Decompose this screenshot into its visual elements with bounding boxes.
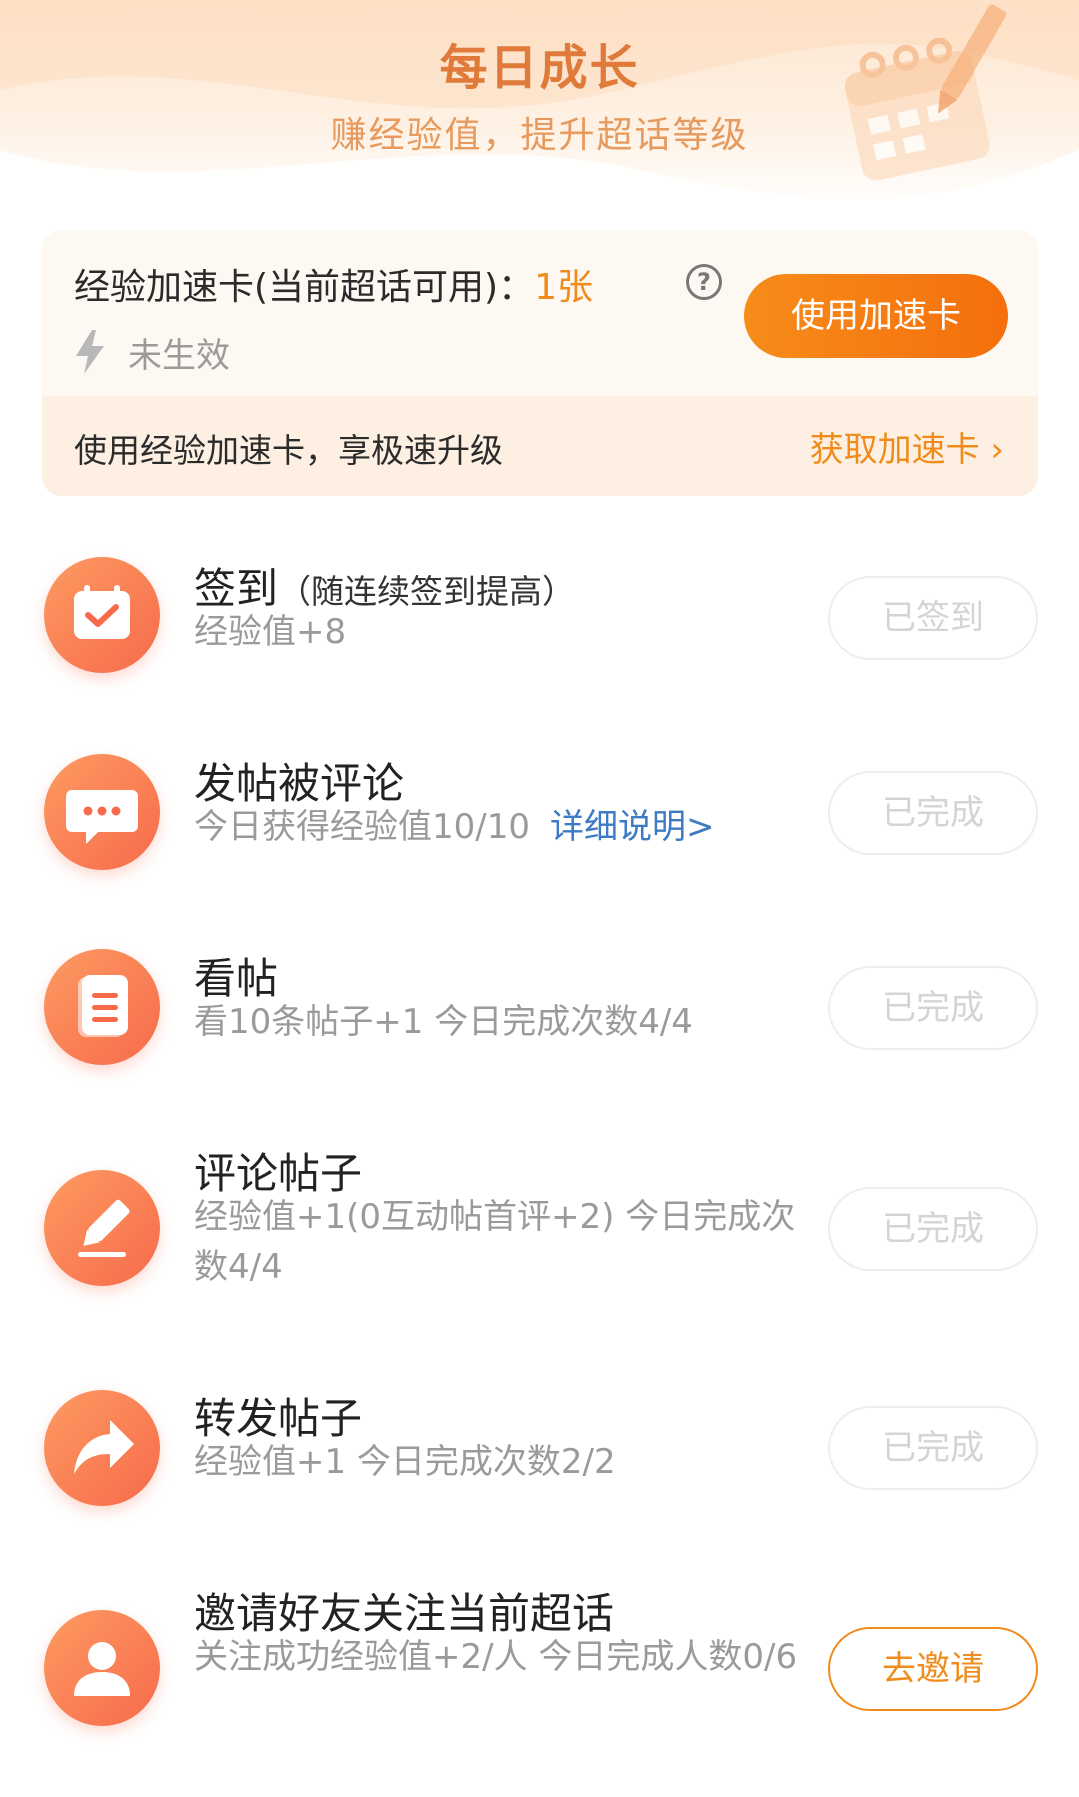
- calendar-check-icon: [44, 557, 160, 673]
- page-title: 每日成长: [439, 40, 640, 96]
- task-desc: 经验值+8: [194, 612, 347, 652]
- use-boost-card-button[interactable]: 使用加速卡: [744, 274, 1008, 358]
- completed-button[interactable]: 已完成: [828, 1187, 1038, 1271]
- get-boost-card-label: 获取加速卡: [809, 430, 980, 470]
- boost-card-count: 1张: [534, 267, 593, 308]
- boost-card-title: 经验加速卡(当前超话可用)：1张: [74, 258, 593, 310]
- boost-card-label: 经验加速卡(当前超话可用)：: [74, 267, 535, 308]
- task-desc-text: 今日获得经验值10/10: [194, 807, 530, 847]
- boost-card: 经验加速卡(当前超话可用)：1张 ? 未生效 使用加速卡 使用经验加速卡，享极速…: [42, 230, 1038, 496]
- completed-button[interactable]: 已完成: [828, 771, 1038, 855]
- task-desc: 看10条帖子+1 今日完成次数4/4: [194, 1002, 693, 1042]
- detail-link[interactable]: 详细说明>: [550, 807, 715, 847]
- task-desc: 经验值+1(0互动帖首评+2) 今日完成次数4/4: [194, 1197, 796, 1287]
- task-row-view-posts: 看帖 看10条帖子+1 今日完成次数4/4 已完成: [0, 945, 1079, 1105]
- lightning-icon: [76, 330, 104, 374]
- task-desc: 今日获得经验值10/10 详细说明>: [194, 802, 814, 852]
- boost-card-top: 经验加速卡(当前超话可用)：1张 ? 未生效 使用加速卡: [42, 230, 1038, 396]
- boost-card-tip: 使用经验加速卡，享极速升级: [74, 431, 503, 470]
- invite-button[interactable]: 去邀请: [828, 1627, 1038, 1711]
- task-row-comment-posts: 评论帖子 经验值+1(0互动帖首评+2) 今日完成次数4/4 已完成: [0, 1140, 1079, 1340]
- document-icon: [44, 949, 160, 1065]
- signed-in-button[interactable]: 已签到: [828, 576, 1038, 660]
- boost-card-bottom: 使用经验加速卡，享极速升级 获取加速卡 ›: [42, 396, 1038, 496]
- task-title-note: （随连续签到提高）: [278, 572, 576, 611]
- completed-button[interactable]: 已完成: [828, 966, 1038, 1050]
- help-icon[interactable]: ?: [686, 264, 722, 300]
- task-title-text: 签到: [194, 564, 279, 613]
- completed-button[interactable]: 已完成: [828, 1406, 1038, 1490]
- get-boost-card-link[interactable]: 获取加速卡 ›: [810, 422, 1004, 471]
- user-icon: [44, 1610, 160, 1726]
- share-arrow-icon: [44, 1390, 160, 1506]
- task-desc: 经验值+1 今日完成次数2/2: [194, 1442, 616, 1482]
- edit-pen-icon: [44, 1170, 160, 1286]
- task-row-invite-friends: 邀请好友关注当前超话 关注成功经验值+2/人 今日完成人数0/6 去邀请: [0, 1580, 1079, 1780]
- task-row-share-posts: 转发帖子 经验值+1 今日完成次数2/2 已完成: [0, 1385, 1079, 1545]
- header-banner: 每日成长 赚经验值，提升超话等级: [0, 0, 1079, 210]
- task-desc: 关注成功经验值+2/人 今日完成人数0/6: [194, 1637, 798, 1677]
- task-row-sign-in: 签到（随连续签到提高） 经验值+8 已签到: [0, 555, 1079, 715]
- task-row-post-commented: 发帖被评论 今日获得经验值10/10 详细说明> 已完成: [0, 750, 1079, 910]
- page-subtitle: 赚经验值，提升超话等级: [330, 115, 749, 156]
- boost-card-status: 未生效: [128, 336, 230, 376]
- chat-bubble-icon: [44, 754, 160, 870]
- chevron-right-icon: ›: [990, 430, 1004, 470]
